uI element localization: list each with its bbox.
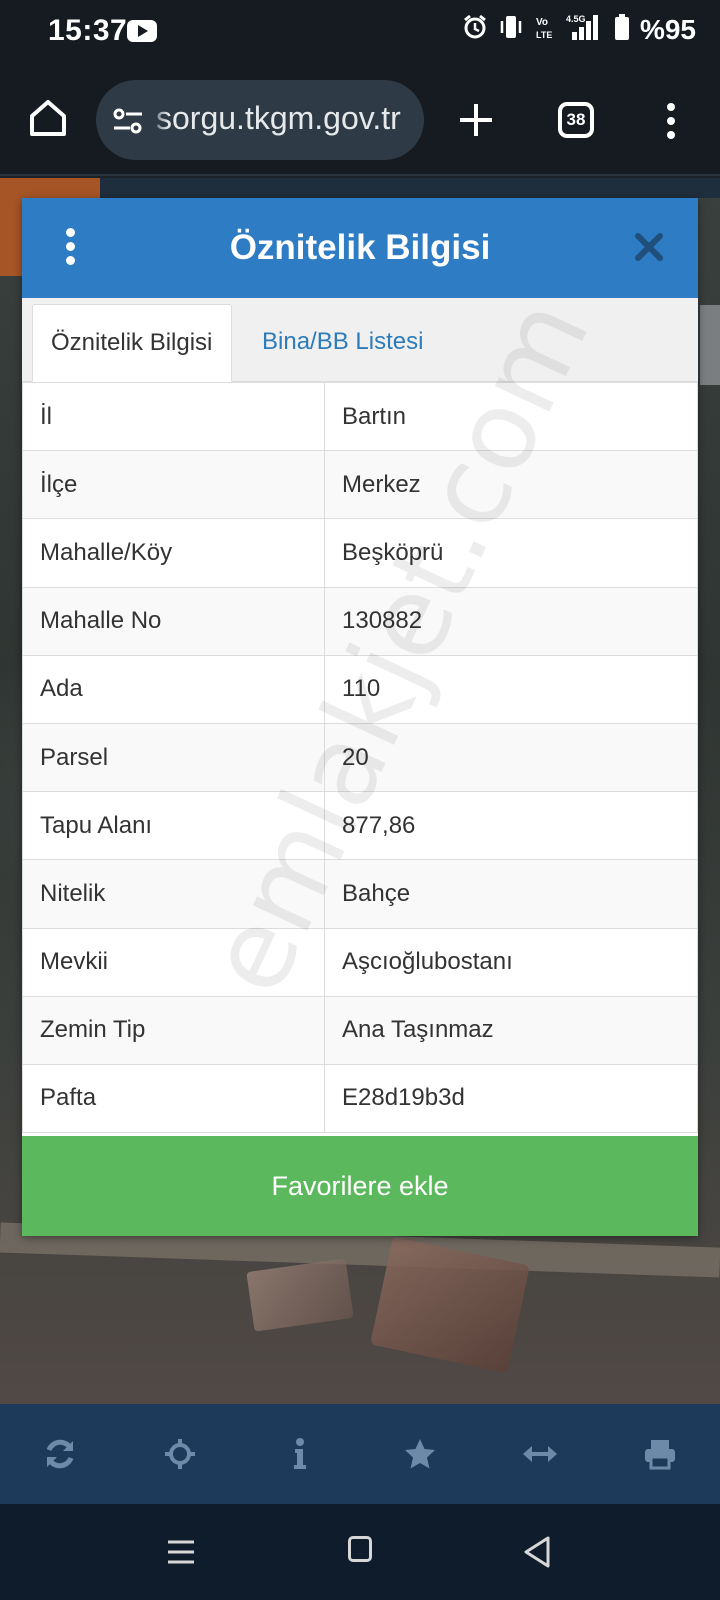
row-value: 20: [324, 722, 698, 793]
map-toolbar: [0, 1404, 720, 1504]
row-value: Ana Taşınmaz: [324, 995, 698, 1065]
dialog-menu-button[interactable]: [62, 228, 78, 268]
status-icons: Vo LTE 4.5G %95: [462, 12, 696, 47]
svg-text:LTE: LTE: [536, 30, 552, 40]
site-settings-icon[interactable]: [112, 106, 144, 136]
battery-icon: [614, 13, 630, 46]
volte-icon: Vo LTE: [534, 13, 556, 46]
table-row: Parsel 20: [22, 722, 698, 793]
url-text: sorgu.tkgm.gov.tr: [156, 100, 401, 136]
row-value: 877,86: [324, 791, 698, 861]
row-value: Aşcıoğlubostanı: [324, 927, 698, 997]
status-time: 15:37: [48, 14, 128, 47]
row-value: Bartın: [324, 381, 698, 452]
print-icon: [645, 1440, 675, 1470]
info-icon: [294, 1438, 306, 1469]
home-button[interactable]: [26, 96, 70, 140]
map-header-strip: [100, 178, 720, 198]
refresh-icon: [46, 1439, 74, 1469]
recents-icon: [168, 1540, 194, 1564]
close-icon: [635, 233, 663, 261]
favorites-button[interactable]: [390, 1424, 450, 1484]
svg-text:Vo: Vo: [536, 17, 548, 28]
table-row: Ada 110: [22, 654, 698, 724]
table-row: Zemin Tip Ana Taşınmaz: [22, 995, 698, 1065]
row-value: 130882: [324, 586, 698, 656]
star-icon: [405, 1439, 435, 1469]
row-key: Mahalle No: [22, 586, 325, 656]
row-key: Parsel: [22, 722, 325, 793]
close-button[interactable]: [634, 232, 664, 262]
table-row: Pafta E28d19b3d: [22, 1063, 698, 1134]
tab-switcher-button[interactable]: 38: [558, 102, 594, 138]
browser-menu-button[interactable]: [662, 100, 680, 140]
refresh-button[interactable]: [30, 1424, 90, 1484]
signal-icon: 4.5G: [566, 12, 604, 47]
table-row: İl Bartın: [22, 381, 698, 452]
battery-percent: %95: [639, 13, 696, 45]
row-key: Tapu Alanı: [22, 791, 325, 861]
row-value: Merkez: [324, 450, 698, 520]
recents-button[interactable]: [166, 1534, 196, 1570]
table-row: Mahalle No 130882: [22, 586, 698, 656]
browser-toolbar: sorgu.tkgm.gov.tr 38: [0, 66, 720, 176]
row-value: E28d19b3d: [324, 1063, 698, 1134]
system-nav-bar: [0, 1504, 720, 1600]
row-value: Bahçe: [324, 859, 698, 929]
row-key: İl: [22, 381, 325, 452]
home-nav-button[interactable]: [348, 1536, 372, 1562]
address-bar[interactable]: sorgu.tkgm.gov.tr: [96, 80, 424, 160]
row-key: Pafta: [22, 1063, 325, 1134]
measure-icon: [523, 1446, 557, 1462]
back-button[interactable]: [522, 1534, 552, 1570]
locate-icon: [165, 1439, 195, 1469]
back-icon: [524, 1536, 550, 1568]
row-value: 110: [324, 654, 698, 724]
map-scroll-handle[interactable]: [700, 305, 720, 385]
table-row: Mevkii Aşcıoğlubostanı: [22, 927, 698, 997]
table-row: Tapu Alanı 877,86: [22, 791, 698, 861]
table-row: Nitelik Bahçe: [22, 859, 698, 929]
table-row: İlçe Merkez: [22, 450, 698, 520]
row-key: İlçe: [22, 450, 325, 520]
dialog-tabs: Öznitelik Bilgisi Bina/BB Listesi: [22, 298, 698, 382]
row-value: Beşköprü: [324, 518, 698, 588]
info-button[interactable]: [270, 1424, 330, 1484]
dialog-header: Öznitelik Bilgisi: [22, 198, 698, 298]
table-row: Mahalle/Köy Beşköprü: [22, 518, 698, 588]
status-bar: 15:37 Vo LTE 4.5G %95: [0, 0, 720, 66]
attribute-table: İl Bartın İlçe Merkez Mahalle/Köy Beşköprü …: [22, 381, 698, 1134]
plus-icon: [460, 104, 492, 136]
alarm-icon: [462, 14, 488, 45]
row-key: Nitelik: [22, 859, 325, 929]
tab-building-list[interactable]: Bina/BB Listesi: [244, 304, 441, 382]
new-tab-button[interactable]: [456, 100, 496, 140]
row-key: Mahalle/Köy: [22, 518, 325, 588]
attribute-dialog: Öznitelik Bilgisi Öznitelik Bilgisi Bina…: [22, 198, 698, 1236]
vibrate-icon: [498, 13, 524, 46]
row-key: Ada: [22, 654, 325, 724]
row-key: Zemin Tip: [22, 995, 325, 1065]
svg-text:4.5G: 4.5G: [566, 14, 586, 24]
locate-button[interactable]: [150, 1424, 210, 1484]
tab-attribute-info[interactable]: Öznitelik Bilgisi: [32, 304, 232, 382]
row-key: Mevkii: [22, 927, 325, 997]
youtube-icon: [127, 20, 157, 42]
measure-button[interactable]: [510, 1424, 570, 1484]
print-button[interactable]: [630, 1424, 690, 1484]
home-icon: [30, 100, 66, 136]
add-to-favorites-button[interactable]: Favorilere ekle: [22, 1136, 698, 1236]
dialog-title: Öznitelik Bilgisi: [229, 228, 491, 267]
